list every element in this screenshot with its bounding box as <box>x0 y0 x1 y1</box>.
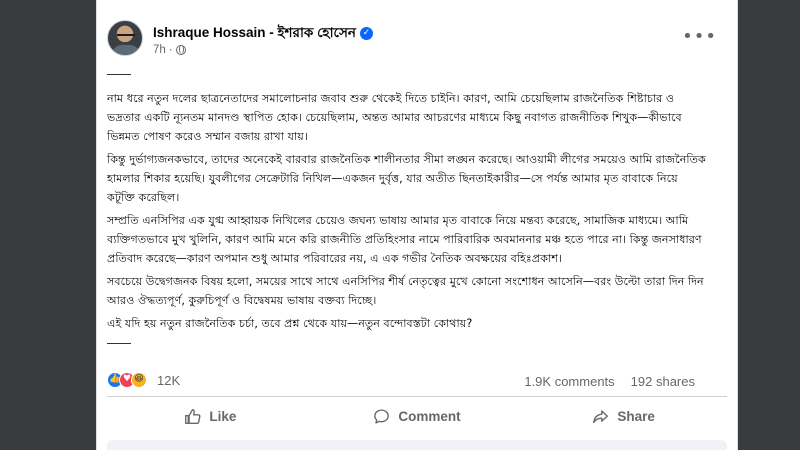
comment-bubble-icon <box>374 408 390 424</box>
shares-count[interactable]: 192 shares <box>631 374 695 389</box>
like-button[interactable]: Like <box>107 400 314 432</box>
post-card: Ishraque Hossain - ইশরাক হোসেন ✓ 7h · ••… <box>96 0 738 450</box>
paragraph: সবচেয়ে উদ্বেগজনক বিষয় হলো, সময়ের সাথে… <box>107 275 704 307</box>
author-name[interactable]: Ishraque Hossain - ইশরাক হোসেন <box>153 22 356 45</box>
left-backdrop <box>0 0 96 450</box>
reaction-count[interactable]: 12K <box>157 373 180 388</box>
more-options-icon[interactable]: ••• <box>682 26 717 47</box>
paragraph: কিন্তু দুর্ভাগ্যজনকভাবে, তাদের অনেকেই বা… <box>107 153 706 204</box>
verified-badge-icon: ✓ <box>359 27 373 40</box>
post-header: Ishraque Hossain - ইশরাক হোসেন ✓ 7h · ••… <box>107 16 727 64</box>
paragraph: সম্প্রতি এনসিপির এক যুগ্ম আহ্বায়ক নিখিল… <box>107 214 702 265</box>
post-time[interactable]: 7h <box>153 44 166 56</box>
comment-area-edge <box>107 440 727 450</box>
divider-line <box>107 343 131 344</box>
comments-count[interactable]: 1.9K comments <box>524 374 614 389</box>
reaction-icons: 👍 ♥ 😆 <box>107 372 147 388</box>
share-arrow-icon <box>593 409 609 423</box>
like-label: Like <box>209 408 237 424</box>
author-row: Ishraque Hossain - ইশরাক হোসেন ✓ <box>153 22 373 45</box>
avatar-glasses <box>117 34 135 39</box>
right-backdrop <box>738 0 800 450</box>
globe-icon <box>175 45 186 55</box>
post-body: নাম ধরে নতুন দলের ছাত্রনেতাদের সমালোচনার… <box>107 70 707 344</box>
actions-divider <box>107 396 727 397</box>
avatar-shirt <box>112 45 140 55</box>
engagement-stats: 1.9K comments 192 shares <box>524 374 695 389</box>
paragraph: এই যদি হয় নতুন রাজনৈতিক চর্চা, তবে প্রশ… <box>107 317 473 330</box>
haha-icon: 😆 <box>131 372 147 388</box>
share-label: Share <box>617 408 655 424</box>
reactions-summary[interactable]: 👍 ♥ 😆 12K <box>107 372 180 388</box>
comment-button[interactable]: Comment <box>314 400 521 432</box>
post-meta: 7h · <box>153 44 186 56</box>
paragraph: নাম ধরে নতুন দলের ছাত্রনেতাদের সমালোচনার… <box>107 92 682 143</box>
thumbs-up-icon <box>185 408 201 424</box>
divider-line <box>107 74 131 75</box>
share-button[interactable]: Share <box>520 400 727 432</box>
viewport: Ishraque Hossain - ইশরাক হোসেন ✓ 7h · ••… <box>0 0 800 450</box>
comment-label: Comment <box>398 408 461 424</box>
action-bar: Like Comment Share <box>107 400 727 432</box>
meta-separator: · <box>168 44 173 56</box>
avatar[interactable] <box>107 20 143 56</box>
